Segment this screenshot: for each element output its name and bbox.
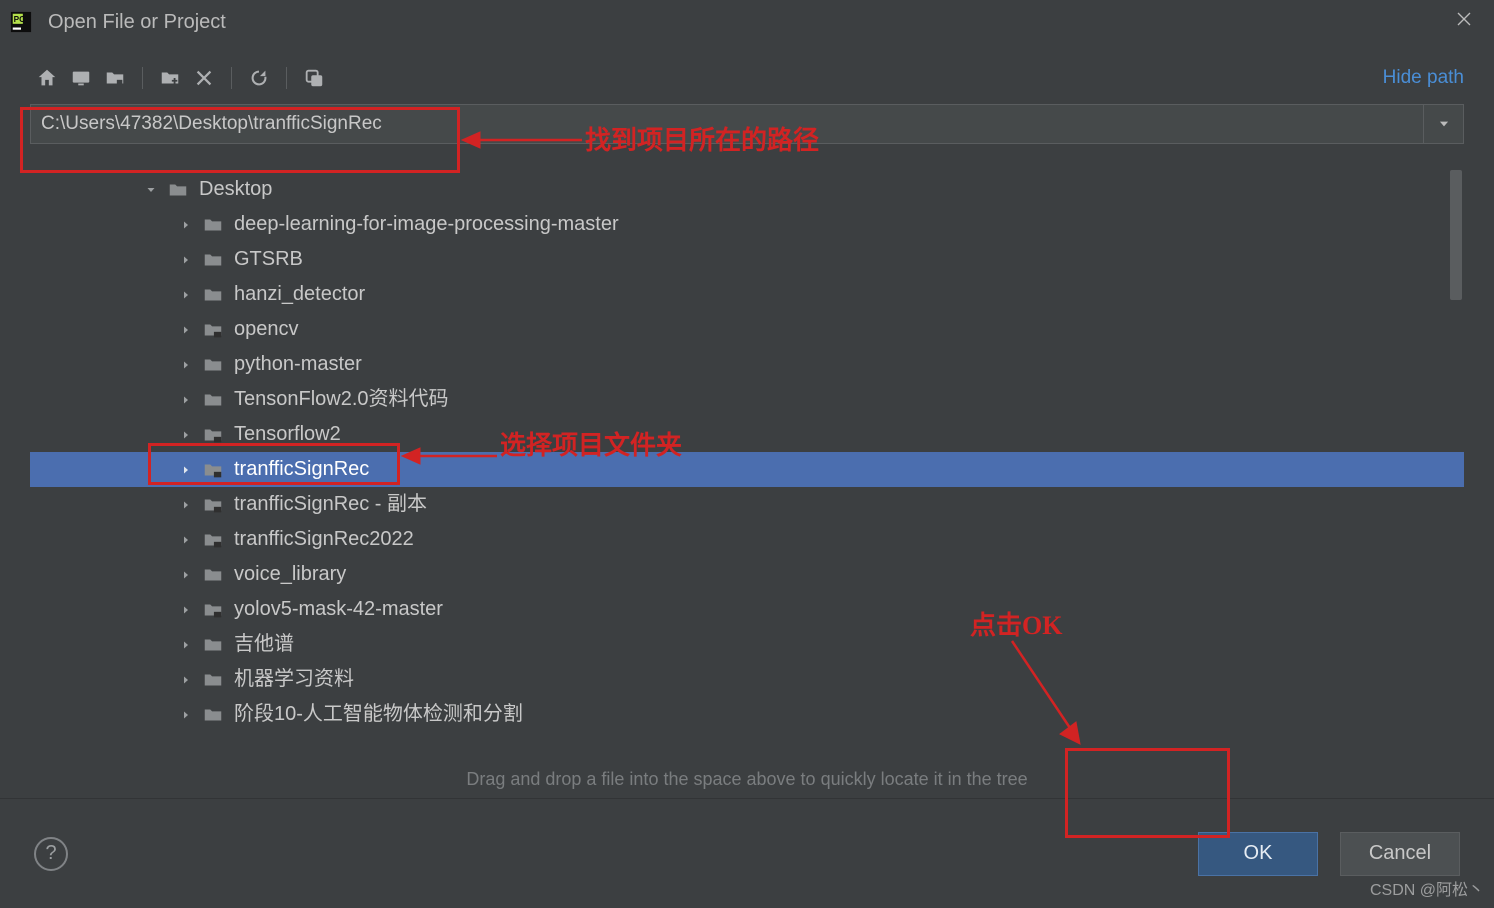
watermark: CSDN @阿松丶: [1370, 876, 1484, 900]
tree-node[interactable]: opencv: [30, 312, 1464, 347]
home-icon[interactable]: [30, 64, 64, 92]
toolbar-row: Hide path: [0, 44, 1494, 98]
title-bar: PC Open File or Project: [0, 0, 1494, 44]
tree-node[interactable]: Tensorflow2: [30, 417, 1464, 452]
pycharm-icon: PC: [10, 11, 32, 33]
tree-node-label: voice_library: [234, 557, 346, 592]
folder-icon: [202, 669, 228, 691]
tree-node[interactable]: 吉他谱: [30, 627, 1464, 662]
toolbar-separator: [286, 67, 287, 89]
ok-button[interactable]: OK: [1198, 832, 1318, 876]
chevron-right-icon[interactable]: [170, 499, 202, 511]
toolbar: [30, 64, 331, 92]
chevron-right-icon[interactable]: [170, 569, 202, 581]
tree-node-label: tranfficSignRec2022: [234, 522, 414, 557]
chevron-right-icon[interactable]: [170, 359, 202, 371]
chevron-right-icon[interactable]: [170, 709, 202, 721]
show-hidden-icon[interactable]: [297, 64, 331, 92]
chevron-right-icon[interactable]: [170, 604, 202, 616]
path-input[interactable]: [30, 104, 1424, 144]
chevron-right-icon[interactable]: [170, 324, 202, 336]
tree-node-label: yolov5-mask-42-master: [234, 592, 443, 627]
chevron-right-icon[interactable]: [170, 289, 202, 301]
cancel-button[interactable]: Cancel: [1340, 832, 1460, 876]
folder-icon: [202, 459, 228, 481]
folder-icon: [202, 249, 228, 271]
folder-icon: [202, 354, 228, 376]
file-tree[interactable]: Desktop deep-learning-for-image-processi…: [30, 170, 1464, 738]
refresh-icon[interactable]: [242, 64, 276, 92]
close-button[interactable]: [1444, 10, 1484, 34]
delete-icon[interactable]: [187, 64, 221, 92]
tree-node[interactable]: yolov5-mask-42-master: [30, 592, 1464, 627]
svg-text:PC: PC: [14, 15, 26, 24]
chevron-right-icon[interactable]: [170, 534, 202, 546]
chevron-right-icon[interactable]: [170, 674, 202, 686]
scrollbar-thumb[interactable]: [1450, 170, 1462, 300]
chevron-right-icon[interactable]: [170, 429, 202, 441]
hide-path-link[interactable]: Hide path: [1383, 67, 1464, 89]
chevron-right-icon[interactable]: [170, 464, 202, 476]
dialog-footer: ? OK Cancel: [0, 798, 1494, 908]
tree-node[interactable]: tranfficSignRec2022: [30, 522, 1464, 557]
folder-icon: [202, 564, 228, 586]
folder-icon: [202, 529, 228, 551]
path-row: [30, 104, 1464, 144]
dialog-actions: OK Cancel: [1198, 832, 1460, 876]
path-history-dropdown[interactable]: [1424, 104, 1464, 144]
toolbar-separator: [231, 67, 232, 89]
tree-node[interactable]: deep-learning-for-image-processing-maste…: [30, 207, 1464, 242]
folder-icon: [202, 389, 228, 411]
tree-node-label: Tensorflow2: [234, 417, 341, 452]
folder-icon: [202, 319, 228, 341]
folder-icon: [202, 634, 228, 656]
folder-icon: [202, 704, 228, 726]
tree-node[interactable]: hanzi_detector: [30, 277, 1464, 312]
tree-node-label: hanzi_detector: [234, 277, 365, 312]
folder-icon: [202, 494, 228, 516]
tree-node[interactable]: python-master: [30, 347, 1464, 382]
chevron-down-icon: [1437, 117, 1451, 131]
tree-node-label: deep-learning-for-image-processing-maste…: [234, 207, 619, 242]
tree-node[interactable]: voice_library: [30, 557, 1464, 592]
tree-node[interactable]: GTSRB: [30, 242, 1464, 277]
folder-icon: [202, 424, 228, 446]
chevron-down-icon[interactable]: [135, 184, 167, 196]
tree-node-label: GTSRB: [234, 242, 303, 277]
folder-icon: [202, 214, 228, 236]
tree-node-label: opencv: [234, 312, 299, 347]
project-folder-icon[interactable]: [98, 64, 132, 92]
folder-icon: [202, 599, 228, 621]
tree-scrollbar[interactable]: [1450, 170, 1462, 738]
tree-node[interactable]: TensonFlow2.0资料代码: [30, 382, 1464, 417]
tree-node-label: TensonFlow2.0资料代码: [234, 382, 449, 417]
chevron-right-icon[interactable]: [170, 219, 202, 231]
tree-node[interactable]: 阶段10-人工智能物体检测和分割: [30, 697, 1464, 732]
chevron-right-icon[interactable]: [170, 639, 202, 651]
chevron-right-icon[interactable]: [170, 394, 202, 406]
new-folder-icon[interactable]: [153, 64, 187, 92]
tree-node-label: Desktop: [199, 172, 272, 207]
tree-node-label: 阶段10-人工智能物体检测和分割: [234, 697, 523, 732]
tree-node[interactable]: tranfficSignRec - 副本: [30, 487, 1464, 522]
tree-node-label: 机器学习资料: [234, 662, 354, 697]
folder-icon: [202, 284, 228, 306]
tree-node-label: tranfficSignRec: [234, 452, 369, 487]
help-button[interactable]: ?: [34, 837, 68, 871]
tree-node[interactable]: tranfficSignRec: [30, 452, 1464, 487]
tree-node-label: python-master: [234, 347, 362, 382]
tree-node[interactable]: 机器学习资料: [30, 662, 1464, 697]
toolbar-separator: [142, 67, 143, 89]
window-title: Open File or Project: [48, 11, 1444, 34]
folder-icon: [167, 179, 193, 201]
tree-node-desktop[interactable]: Desktop: [30, 172, 1464, 207]
chevron-right-icon[interactable]: [170, 254, 202, 266]
tree-node-label: tranfficSignRec - 副本: [234, 487, 427, 522]
tree-node-label: 吉他谱: [234, 627, 294, 662]
desktop-icon[interactable]: [64, 64, 98, 92]
drop-hint: Drag and drop a file into the space abov…: [0, 769, 1494, 790]
